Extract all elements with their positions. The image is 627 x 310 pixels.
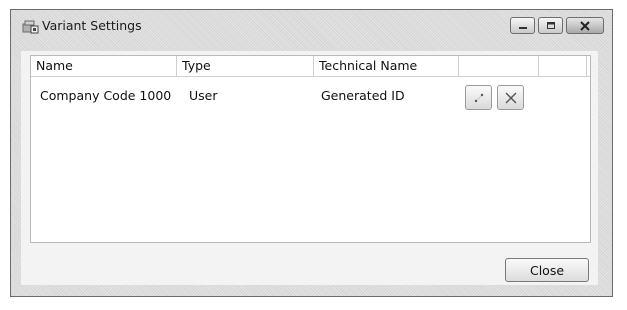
delete-variant-button[interactable] [497,85,524,110]
close-button[interactable]: Close [505,258,589,282]
table-row[interactable]: Company Code 1000 User Generated ID [31,78,590,114]
variant-settings-icon [22,20,39,34]
edit-variant-button[interactable] [465,85,492,110]
window-title: Variant Settings [42,18,142,33]
edit-icon [474,93,483,102]
minimize-icon [518,26,527,29]
window-controls [507,17,604,34]
close-icon [580,20,590,31]
window-close-button[interactable] [566,17,604,34]
maximize-button[interactable] [538,17,563,34]
variant-settings-dialog: Variant Settings Name Type Technical Nam… [10,9,613,297]
table-header: Name Type Technical Name [31,56,590,77]
title-bar[interactable]: Variant Settings [11,10,612,42]
cell-name: Company Code 1000 [40,88,172,103]
column-header-actions [459,56,539,76]
column-header-extra [539,56,587,76]
column-header-name[interactable]: Name [31,56,177,76]
maximize-icon [546,22,555,29]
dialog-content: Name Type Technical Name Company Code 10… [21,51,598,285]
delete-icon [505,92,516,103]
cell-type: User [189,88,218,103]
column-header-type[interactable]: Type [177,56,314,76]
cell-technical-name: Generated ID [321,88,405,103]
column-header-technical-name[interactable]: Technical Name [314,56,459,76]
minimize-button[interactable] [510,17,535,34]
variants-table: Name Type Technical Name Company Code 10… [30,55,591,243]
